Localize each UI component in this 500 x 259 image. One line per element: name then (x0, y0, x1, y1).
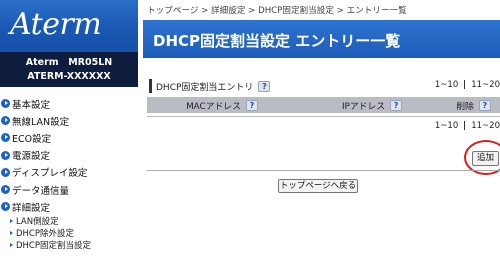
column-delete-label: 削除 (456, 101, 474, 112)
pager-range-1[interactable]: 1~10 (435, 80, 458, 90)
arrow-circle-icon (1, 99, 10, 109)
column-ip: IPアドレス ? (297, 99, 447, 112)
triangle-right-icon (10, 231, 13, 236)
title-bar: DHCP固定割当設定 エントリー一覧 (143, 20, 500, 58)
section-header: DHCP固定割当エントリ ? (149, 79, 271, 93)
sidebar-item-label: 詳細設定 (12, 202, 51, 214)
add-button[interactable]: 追加 (472, 151, 499, 166)
sidebar-item-eco[interactable]: ECO設定 (0, 129, 138, 146)
pager-range-2[interactable]: 11~20 (471, 80, 500, 90)
main-content: トップページ > 詳細設定 > DHCP固定割当設定 > エントリー一覧 DHC… (143, 0, 500, 259)
section-title: DHCP固定割当エントリ (156, 82, 254, 93)
sidebar-item-label: ディスプレイ設定 (12, 168, 88, 180)
table-header: MACアドレス ? IPアドレス ? 削除 ? (147, 97, 500, 113)
triangle-right-icon (10, 243, 13, 248)
sidebar-item-display[interactable]: ディスプレイ設定 (0, 164, 138, 181)
sidebar-item-label: 電源設定 (12, 151, 51, 163)
arrow-circle-icon (1, 133, 10, 143)
sidebar-nav: 基本設定 無線LAN設定 ECO設定 電源設定 ディスプレイ設定 データ通信量 … (0, 95, 138, 251)
table-divider (147, 116, 500, 117)
model-name: Aterm MR05LN (25, 57, 113, 68)
arrow-circle-icon (1, 185, 10, 195)
sidebar-item-advanced[interactable]: 詳細設定 (0, 198, 138, 215)
page-title: DHCP固定割当設定 エントリー一覧 (153, 32, 401, 50)
sidebar-item-label: 無線LAN設定 (12, 116, 70, 128)
triangle-right-icon (10, 219, 13, 224)
arrow-circle-icon (1, 202, 10, 212)
model-info: Aterm MR05LN ATERM-XXXXXX (0, 52, 138, 87)
sidebar: Aterm Aterm MR05LN ATERM-XXXXXX 基本設定 無線L… (0, 0, 138, 259)
sidebar-item-data-usage[interactable]: データ通信量 (0, 181, 138, 198)
content-divider (147, 170, 500, 171)
help-icon[interactable]: ? (390, 99, 403, 111)
column-ip-label: IPアドレス (341, 101, 386, 112)
device-id: ATERM-XXXXXX (27, 71, 111, 82)
sidebar-item-wireless-lan[interactable]: 無線LAN設定 (0, 112, 138, 129)
pager-top: 1~10 11~20 (435, 80, 500, 90)
logo-area: Aterm (0, 0, 138, 52)
arrow-circle-icon (1, 116, 10, 126)
sidebar-subitem-label: LAN側設定 (16, 217, 59, 228)
pager-range-2[interactable]: 11~20 (471, 121, 500, 131)
column-delete: 削除 ? (447, 99, 500, 112)
column-mac-label: MACアドレス (186, 101, 241, 112)
help-icon[interactable]: ? (245, 99, 258, 111)
sidebar-item-label: 基本設定 (12, 99, 51, 111)
column-mac: MACアドレス ? (147, 99, 297, 112)
sidebar-subitem-lan[interactable]: LAN側設定 (0, 215, 138, 227)
sidebar-item-label: データ通信量 (12, 185, 70, 197)
sidebar-subitem-label: DHCP除外設定 (16, 229, 74, 240)
sidebar-item-power[interactable]: 電源設定 (0, 147, 138, 164)
sidebar-subitem-label: DHCP固定割当設定 (16, 241, 91, 252)
arrow-circle-icon (1, 167, 10, 177)
back-to-top-button[interactable]: トップページへ戻る (278, 179, 358, 193)
help-icon[interactable]: ? (478, 99, 491, 111)
pager-bottom: 1~10 11~20 (435, 121, 500, 131)
aterm-logo: Aterm (10, 7, 102, 42)
sidebar-subitem-dhcp-exclude[interactable]: DHCP除外設定 (0, 227, 138, 239)
pager-range-1[interactable]: 1~10 (435, 121, 458, 131)
pager-divider (464, 80, 466, 89)
sidebar-subitem-dhcp-fixed[interactable]: DHCP固定割当設定 (0, 239, 138, 251)
pager-divider (464, 121, 466, 130)
breadcrumb: トップページ > 詳細設定 > DHCP固定割当設定 > エントリー一覧 (147, 6, 407, 16)
sidebar-item-label: ECO設定 (12, 133, 52, 145)
arrow-circle-icon (1, 150, 10, 160)
help-icon[interactable]: ? (258, 80, 271, 92)
sidebar-item-basic-settings[interactable]: 基本設定 (0, 95, 138, 112)
